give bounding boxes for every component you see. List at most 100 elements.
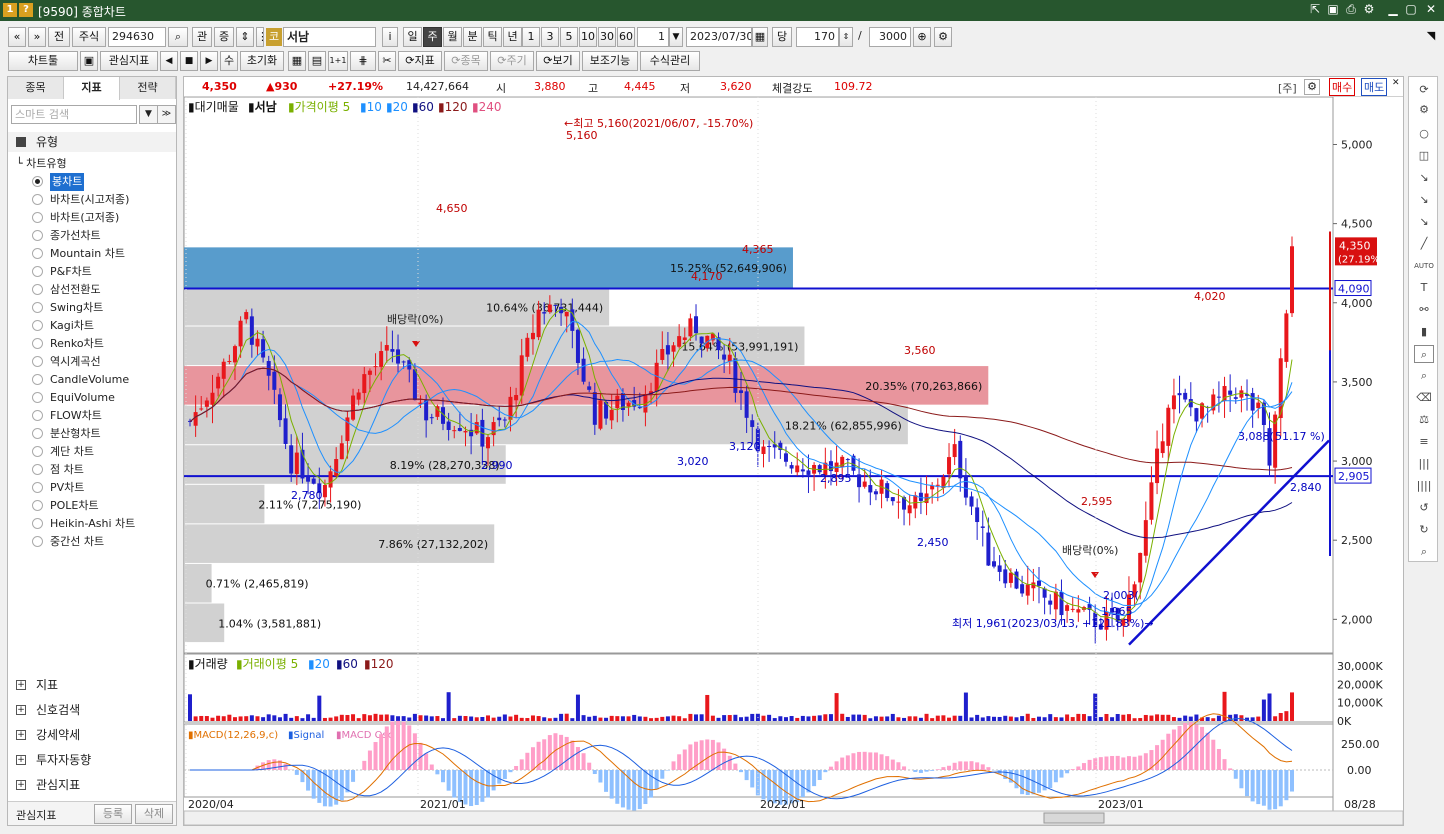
section-type[interactable]: 유형 [8,132,176,152]
chart-gear-icon[interactable]: ⚙ [1304,79,1320,95]
radio-icon[interactable] [32,518,43,529]
radio-icon[interactable] [32,428,43,439]
footer-strength[interactable]: + 강세약세 [8,723,176,747]
minute-3[interactable]: 3 [541,27,559,47]
next-icon[interactable]: » [28,27,46,47]
magnifier-icon[interactable]: ⌕ [1414,345,1434,363]
grid-icon[interactable]: ▦ [288,51,306,71]
radio-icon[interactable] [32,248,43,259]
period-button[interactable]: ⟳주기 [490,51,534,71]
radio-icon[interactable] [32,392,43,403]
diagonal-tool-icon[interactable]: ╱ [1414,235,1434,253]
tab-indicator[interactable]: 지표 [64,77,120,100]
redo-icon[interactable]: ↻ [1414,521,1434,539]
stock-button[interactable]: ⟳종목 [444,51,488,71]
chart-icon[interactable]: ◫ [1414,147,1434,165]
radio-icon[interactable] [32,482,43,493]
search-dropdown-icon[interactable]: ▼ [139,105,158,124]
total-input[interactable]: 3000 [869,27,911,47]
search-input[interactable]: 스마트 검색 [11,105,137,124]
sell-button[interactable]: 매도 [1361,78,1388,96]
minute-1[interactable]: 1 [522,27,540,47]
expand-icon[interactable]: ◥ [1424,27,1438,47]
search-icon[interactable]: ⌕ [168,27,188,47]
period-year[interactable]: 년 [503,27,522,47]
view-button[interactable]: ⟳보기 [536,51,580,71]
radio-icon[interactable] [32,410,43,421]
pattern-tool-icon[interactable]: ⚖ [1414,411,1434,429]
undo-icon[interactable]: ↺ [1414,499,1434,517]
code-input[interactable]: 294630 [108,27,166,47]
fib-tool-icon[interactable]: ≡ [1414,433,1434,451]
period-day[interactable]: 일 [403,27,422,47]
refresh-icon[interactable]: ⟳ [1414,81,1434,99]
footer-investor[interactable]: + 투자자동향 [8,748,176,772]
interval-input[interactable]: 1 [637,27,669,47]
gear-icon[interactable]: ⚙ [934,27,952,47]
ray-tool-icon[interactable]: ↘ [1414,213,1434,231]
period-week[interactable]: 주 [423,27,442,47]
tab-stock[interactable]: 종목 [8,77,64,99]
tree-chart-type[interactable]: └ 차트유형 [16,155,67,171]
footer-watch[interactable]: + 관심지표 [8,773,176,797]
zoom-tool-icon[interactable]: ⌕ [1414,367,1434,385]
reset-button[interactable]: 초기화 [240,51,284,71]
radio-icon[interactable] [32,446,43,457]
radio-icon[interactable] [32,284,43,295]
chevron-down-icon[interactable]: ▼ [669,27,683,47]
settings-icon[interactable]: ⚙ [1360,2,1378,16]
scissors-icon[interactable]: ✂ [378,51,396,71]
auto-tool-icon[interactable]: AUTO [1414,257,1434,275]
dang-button[interactable]: 당 [772,27,792,47]
zoom-in-icon[interactable]: ⊕ [913,27,931,47]
period-minute[interactable]: 분 [463,27,482,47]
footer-indicator[interactable]: + 지표 [8,673,176,697]
market-select[interactable]: 주식 [72,27,106,47]
cursor-icon[interactable]: ○ [1414,125,1434,143]
radio-icon[interactable] [32,338,43,349]
close-icon[interactable]: ✕ [1422,2,1440,16]
watch-indicator-button[interactable]: 관심지표 [100,51,158,71]
delete-button[interactable]: 삭제 [135,804,173,824]
indicator-button[interactable]: ⟳지표 [398,51,442,71]
stop-icon[interactable]: ■ [180,51,198,71]
all-tool-icon[interactable]: ⚯ [1414,301,1434,319]
save-icon[interactable]: ▣ [1324,2,1342,16]
radio-icon[interactable] [32,194,43,205]
radio-icon[interactable] [32,230,43,241]
radio-icon[interactable] [32,374,43,385]
tool-settings-icon[interactable]: ⚙ [1414,101,1434,119]
period-tick[interactable]: 틱 [483,27,502,47]
buy-button[interactable]: 매수 [1329,78,1356,96]
erase-tool-icon[interactable]: ⌫ [1414,389,1434,407]
candle-tool-icon[interactable]: ▮ [1414,323,1434,341]
save-layout-icon[interactable]: ▣ [80,51,98,71]
radio-icon[interactable] [32,266,43,277]
updown-icon[interactable]: ⇕ [236,27,254,47]
minute-30[interactable]: 30 [598,27,616,47]
candlestick-chart[interactable]: 15.25% (52,649,906)10.64% (36,731,444)15… [184,97,1403,825]
date-input[interactable]: 2023/07/30 [686,27,752,47]
columns-tool-icon[interactable]: |||| [1414,477,1434,495]
minimize-icon[interactable]: ▁ [1384,2,1402,16]
minute-5[interactable]: 5 [560,27,578,47]
radio-icon[interactable] [32,302,43,313]
su-button[interactable]: 수 [220,51,238,71]
text-tool-icon[interactable]: T [1414,279,1434,297]
radio-icon[interactable] [32,464,43,475]
search-tool-icon[interactable]: ⌕ [1414,543,1434,561]
trend-tool-icon[interactable]: ↘ [1414,191,1434,209]
period-month[interactable]: 월 [443,27,462,47]
radio-icon[interactable] [32,356,43,367]
radio-icon[interactable] [32,320,43,331]
jeung-button[interactable]: 증 [214,27,234,47]
count-stepper[interactable]: ⇕ [839,27,853,47]
prev-icon[interactable]: « [8,27,26,47]
crosshair-icon[interactable]: ⋕ [350,51,376,71]
minute-10[interactable]: 10 [579,27,597,47]
one-plus-one-button[interactable]: 1+1 [328,51,348,71]
aux-button[interactable]: 보조기능 [582,51,638,71]
info-button[interactable]: i [382,27,398,47]
close-chart-icon[interactable]: ✕ [1392,78,1400,88]
radio-icon[interactable] [32,536,43,547]
